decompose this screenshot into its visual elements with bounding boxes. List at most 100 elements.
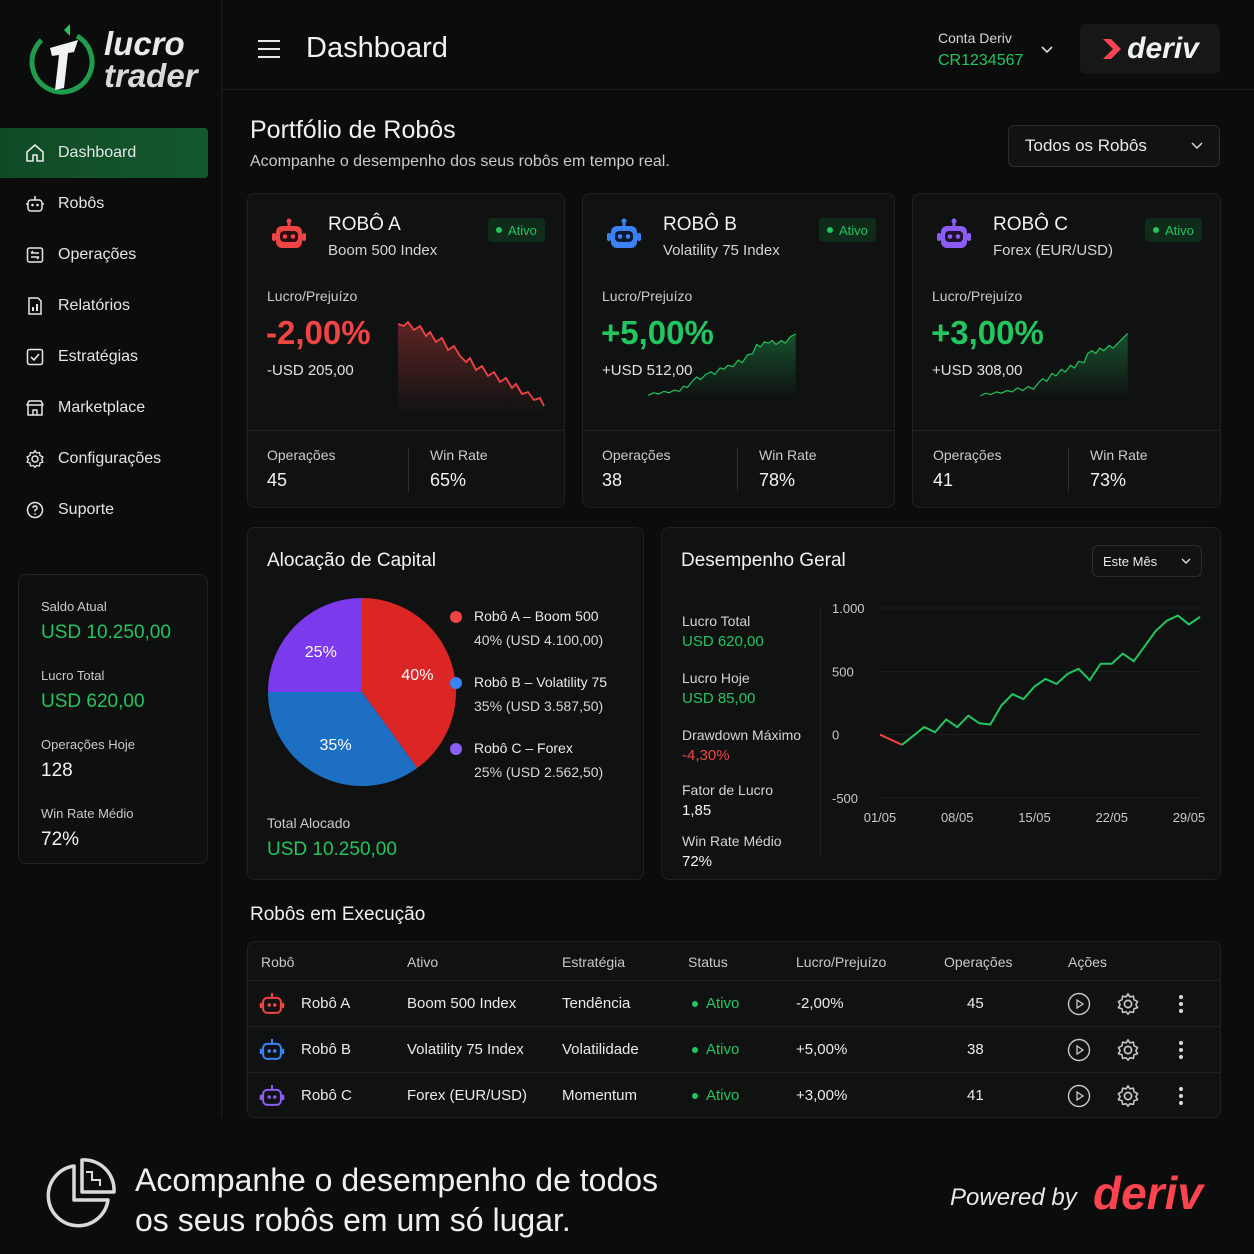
perf-stat-value: 72% — [682, 853, 713, 870]
deriv-logo[interactable]: deriv — [1080, 24, 1220, 74]
perf-stat-lucro-hoje: Lucro Hoje USD 85,00 — [682, 670, 755, 707]
brand-logo[interactable]: lucro trader — [28, 22, 208, 102]
running-title: Robôs em Execução — [250, 904, 426, 925]
play-button[interactable] — [1066, 1037, 1092, 1063]
table-row[interactable]: Robô B Volatility 75 Index Volatilidade … — [248, 1026, 1220, 1072]
series-line-positive — [901, 614, 1201, 746]
winrate-value: 78% — [759, 470, 796, 490]
status-badge: Ativo — [488, 218, 545, 242]
settings-button[interactable] — [1115, 1037, 1141, 1063]
robot-filter-select[interactable]: Todos os Robôs — [1008, 125, 1220, 167]
sidebar-item-support[interactable]: Suporte — [0, 485, 222, 535]
legend-usd: (USD 4.100,00) — [505, 632, 604, 648]
y-tick-label: 1.000 — [832, 601, 865, 616]
page-title: Dashboard — [306, 32, 448, 64]
legend-pct: 40% — [474, 632, 503, 648]
table-header: Robô Ativo Estratégia Status Lucro/Preju… — [248, 942, 1220, 980]
robot-icon — [607, 218, 641, 248]
settings-button[interactable] — [1115, 991, 1141, 1017]
pl-label: Lucro/Prejuízo — [602, 288, 693, 304]
more-button[interactable] — [1168, 1083, 1194, 1109]
col-pl: Lucro/Prejuízo — [796, 954, 887, 970]
row-strategy: Momentum — [562, 1087, 638, 1104]
more-button[interactable] — [1168, 1037, 1194, 1063]
sidebar-item-label: Suporte — [58, 501, 115, 518]
row-pl: -2,00% — [796, 995, 844, 1012]
table-row[interactable]: Robô A Boom 500 Index Tendência Ativo -2… — [248, 980, 1220, 1026]
gear-icon — [24, 448, 46, 470]
sidebar-item-label: Relatórios — [58, 297, 131, 314]
sidebar-item-marketplace[interactable]: Marketplace — [0, 383, 222, 433]
allocation-panel: Alocação de Capital 40% 35% 25% Robô A – B… — [247, 527, 644, 880]
ops-today-label: Operações Hoje — [41, 737, 135, 752]
robot-card-c[interactable]: ROBÔ C Forex (EUR/USD) Ativo Lucro/Preju… — [912, 193, 1221, 508]
perf-stat-value: -4,30% — [682, 747, 730, 764]
winrate-label: Win Rate — [430, 447, 488, 463]
x-tick-label: 01/05 — [864, 810, 897, 825]
robot-icon — [24, 193, 46, 215]
y-tick-label: 500 — [832, 664, 854, 679]
perf-stat-drawdown: Drawdown Máximo -4,30% — [682, 727, 801, 764]
col-robot: Robô — [261, 954, 295, 970]
row-robot: Robô B — [301, 1041, 352, 1058]
promo-footer: Acompanhe o desempenho de todos os seus … — [0, 1118, 1254, 1254]
menu-icon[interactable] — [258, 40, 280, 64]
perf-stat-value: USD 620,00 — [682, 633, 764, 650]
sidebar-item-dashboard[interactable]: Dashboard — [0, 128, 208, 178]
perf-stat-label: Fator de Lucro — [682, 782, 774, 798]
col-strategy: Estratégia — [562, 954, 626, 970]
chevron-down-icon[interactable] — [1040, 44, 1054, 54]
account-selector[interactable]: Conta Deriv CR1234567 — [938, 30, 1023, 70]
ops-value: 45 — [267, 470, 288, 490]
row-status: Ativo — [692, 1041, 739, 1058]
lucro-trader-logo-icon — [29, 24, 95, 95]
settings-button[interactable] — [1115, 1083, 1141, 1109]
play-button[interactable] — [1066, 991, 1092, 1017]
play-icon — [1067, 1084, 1091, 1108]
perf-stat-value: USD 85,00 — [682, 690, 756, 707]
perf-stat-profit-factor: Fator de Lucro 1,85 — [682, 782, 773, 819]
row-status: Ativo — [692, 1087, 739, 1104]
play-button[interactable] — [1066, 1083, 1092, 1109]
status-badge: Ativo — [1145, 218, 1202, 242]
status-text: Ativo — [706, 995, 740, 1012]
performance-panel: Desempenho Geral Este Mês Lucro Total US… — [661, 527, 1221, 880]
row-pl: +5,00% — [796, 1041, 848, 1058]
account-label: Conta Deriv — [938, 30, 1012, 46]
table-row[interactable]: Robô C Forex (EUR/USD) Momentum Ativo +3… — [248, 1072, 1220, 1117]
top-header: Dashboard Conta Deriv CR1234567 deriv — [222, 0, 1254, 90]
legend-item-robot-b: Robô B – Volatility 75 35% (USD 3.587,50… — [450, 674, 608, 714]
more-button[interactable] — [1168, 991, 1194, 1017]
saldo-label: Saldo Atual — [41, 599, 107, 614]
winrate-value: 65% — [430, 470, 467, 490]
col-actions: Ações — [1068, 954, 1107, 970]
pl-usd: -USD 205,00 — [267, 362, 354, 379]
col-operations: Operações — [944, 954, 1013, 970]
sidebar-item-reports[interactable]: Relatórios — [0, 281, 222, 331]
x-tick-label: 22/05 — [1095, 810, 1128, 825]
sidebar-nav: Dashboard Robôs Operações Relatórios Est… — [0, 128, 222, 536]
sidebar-item-robots[interactable]: Robôs — [0, 179, 222, 229]
ops-today-value: 128 — [41, 760, 73, 781]
status-badge: Ativo — [819, 218, 876, 242]
robot-name: ROBÔ A — [328, 214, 401, 235]
status-text: Ativo — [1165, 222, 1194, 238]
lucro-total-value: USD 620,00 — [41, 691, 145, 712]
row-operations: 38 — [967, 1041, 984, 1058]
robot-card-b[interactable]: ROBÔ B Volatility 75 Index Ativo Lucro/P… — [582, 193, 895, 508]
sidebar-item-label: Estratégias — [58, 348, 139, 365]
robot-name: ROBÔ C — [993, 214, 1068, 235]
robot-card-a[interactable]: ROBÔ A Boom 500 Index Ativo Lucro/Prejuí… — [247, 193, 565, 508]
sidebar-item-operations[interactable]: Operações — [0, 230, 222, 280]
ops-value: 38 — [602, 470, 623, 490]
pl-percent: -2,00% — [266, 314, 371, 351]
legend-dot — [450, 677, 462, 689]
period-select[interactable]: Este Mês — [1092, 545, 1202, 577]
pl-label: Lucro/Prejuízo — [267, 288, 358, 304]
legend-name: Robô B – Volatility 75 — [474, 674, 608, 690]
legend-pct: 25% — [474, 764, 503, 780]
sidebar-item-settings[interactable]: Configurações — [0, 434, 222, 484]
brand-line1: lucro — [104, 25, 185, 62]
sidebar-item-strategies[interactable]: Estratégias — [0, 332, 222, 382]
legend-pct: 35% — [474, 698, 503, 714]
